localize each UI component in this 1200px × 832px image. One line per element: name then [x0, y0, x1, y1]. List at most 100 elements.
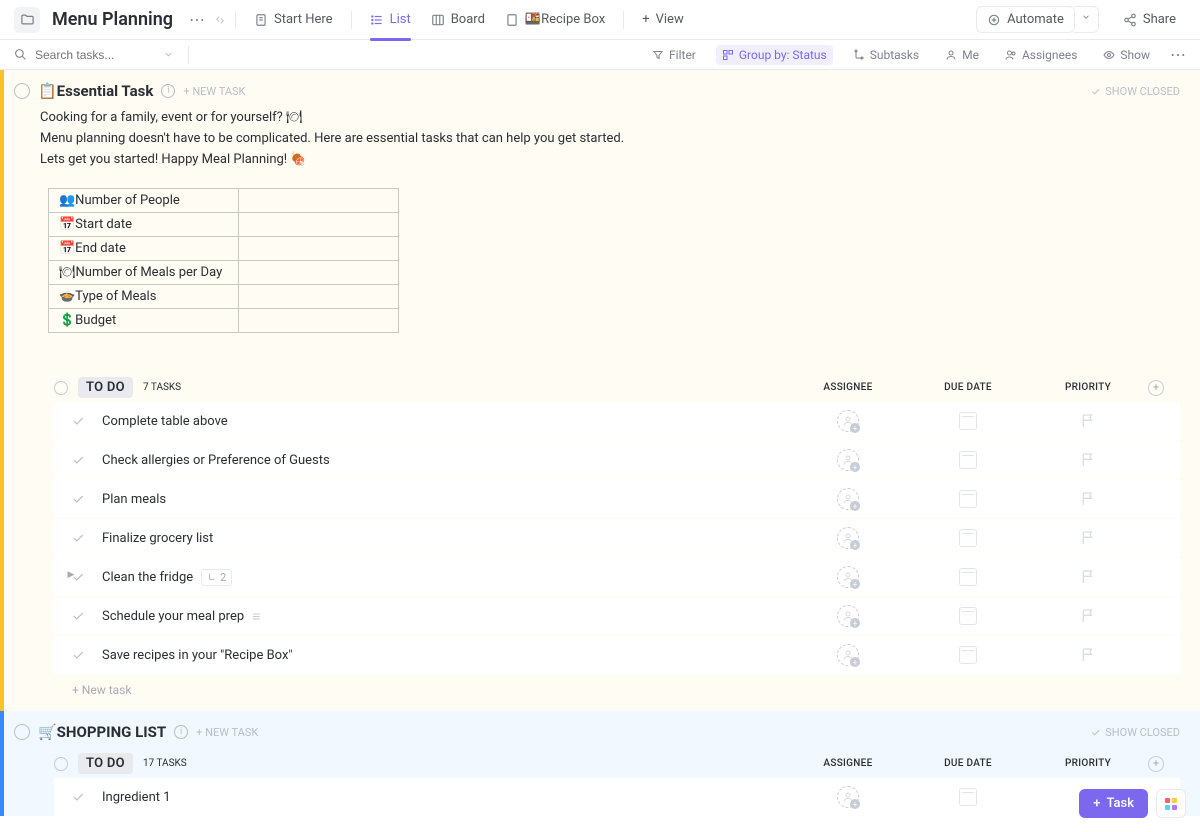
assignee-cell[interactable]: [788, 605, 908, 627]
info-icon[interactable]: i: [161, 84, 175, 98]
more-button[interactable]: ⋯: [1170, 45, 1186, 64]
plan-value[interactable]: [239, 189, 399, 213]
task-checkbox[interactable]: [54, 531, 102, 545]
new-task-button[interactable]: + New task: [4, 675, 1200, 711]
plan-value[interactable]: [239, 309, 399, 333]
priority-cell[interactable]: [1028, 530, 1148, 546]
assignee-cell[interactable]: [788, 410, 908, 432]
due-date-cell[interactable]: [908, 607, 1028, 625]
tab-board[interactable]: Board: [423, 0, 493, 40]
due-date-cell[interactable]: [908, 788, 1028, 806]
new-task-link[interactable]: + NEW TASK: [183, 85, 245, 98]
task-row[interactable]: Finalize grocery list: [54, 519, 1180, 557]
me-button[interactable]: Me: [939, 45, 985, 65]
divider: [188, 46, 189, 64]
collapse-icon[interactable]: [215, 13, 225, 27]
new-task-link[interactable]: + NEW TASK: [196, 726, 258, 739]
chevron-down-icon: [1081, 12, 1091, 22]
info-icon[interactable]: i: [174, 725, 188, 739]
plan-value[interactable]: [239, 213, 399, 237]
collapse-icon[interactable]: [14, 724, 30, 740]
new-task-fab[interactable]: + Task: [1079, 789, 1148, 818]
more-icon[interactable]: ⋯: [183, 10, 211, 29]
tab-start-here[interactable]: Start Here: [246, 0, 341, 40]
due-date-cell[interactable]: [908, 451, 1028, 469]
status-badge[interactable]: TO DO: [78, 377, 133, 398]
assignee-cell[interactable]: [788, 786, 908, 808]
automate-dropdown[interactable]: [1074, 6, 1099, 33]
collapse-icon[interactable]: [14, 83, 30, 99]
subtask-badge[interactable]: 2: [201, 569, 232, 586]
assignee-cell[interactable]: [788, 527, 908, 549]
task-checkbox[interactable]: [54, 790, 102, 804]
task-checkbox[interactable]: [54, 414, 102, 428]
search-input[interactable]: [35, 48, 155, 62]
check-icon: [71, 648, 85, 662]
subtasks-button[interactable]: Subtasks: [847, 45, 925, 65]
search-icon: [14, 48, 27, 61]
due-date-cell[interactable]: [908, 568, 1028, 586]
filter-icon: [652, 49, 664, 61]
automate-button[interactable]: Automate: [976, 6, 1075, 33]
priority-cell[interactable]: [1028, 413, 1148, 429]
plan-value[interactable]: [239, 261, 399, 285]
task-row[interactable]: Plan meals: [54, 480, 1180, 518]
assignee-cell[interactable]: [788, 449, 908, 471]
show-button[interactable]: Show: [1097, 45, 1156, 65]
group-by-button[interactable]: Group by: Status: [716, 45, 833, 65]
task-row[interactable]: Complete table above: [54, 402, 1180, 440]
folder-icon[interactable]: [14, 7, 40, 33]
tab-list[interactable]: List: [362, 0, 419, 40]
status-badge[interactable]: TO DO: [78, 753, 133, 774]
task-row[interactable]: ▶ Clean the fridge 2: [54, 558, 1180, 596]
assignee-cell[interactable]: [788, 644, 908, 666]
assignee-cell[interactable]: [788, 566, 908, 588]
add-column-button[interactable]: +: [1148, 380, 1164, 396]
task-checkbox[interactable]: [54, 648, 102, 662]
status-collapse-icon[interactable]: [54, 381, 68, 395]
task-checkbox[interactable]: [54, 453, 102, 467]
tab-add-view[interactable]: + View: [634, 0, 692, 40]
plan-value[interactable]: [239, 237, 399, 261]
task-name: Plan meals: [102, 492, 788, 507]
assignee-cell[interactable]: [788, 488, 908, 510]
task-row[interactable]: Schedule your meal prep ≡: [54, 597, 1180, 635]
due-date-cell[interactable]: [908, 412, 1028, 430]
apps-fab[interactable]: [1156, 789, 1186, 818]
assignees-button[interactable]: Assignees: [999, 45, 1083, 65]
section: 🛒SHOPPING LIST i + NEW TASK SHOW CLOSED …: [0, 711, 1200, 816]
task-row[interactable]: Ingredient 1: [54, 778, 1180, 816]
task-checkbox[interactable]: [54, 492, 102, 506]
filter-label: Filter: [669, 48, 696, 62]
task-row[interactable]: Check allergies or Preference of Guests: [54, 441, 1180, 479]
priority-cell[interactable]: [1028, 647, 1148, 663]
filter-button[interactable]: Filter: [646, 45, 702, 65]
check-icon: [71, 453, 85, 467]
due-date-cell[interactable]: [908, 529, 1028, 547]
expand-icon[interactable]: ▶: [68, 570, 75, 580]
task-checkbox[interactable]: ▶: [54, 570, 102, 584]
show-closed-button[interactable]: SHOW CLOSED: [1090, 85, 1180, 98]
people-icon: [1005, 49, 1017, 61]
tab-label: View: [656, 12, 684, 27]
status-count: 17 TASKS: [143, 758, 187, 769]
task-row[interactable]: Save recipes in your "Recipe Box": [54, 636, 1180, 674]
status-collapse-icon[interactable]: [54, 757, 68, 771]
task-checkbox[interactable]: [54, 609, 102, 623]
priority-cell[interactable]: [1028, 452, 1148, 468]
section-title: 📋Essential Task: [38, 82, 153, 100]
menu-icon[interactable]: ≡: [252, 608, 260, 625]
due-date-cell[interactable]: [908, 646, 1028, 664]
tab-recipe-box[interactable]: 🍱Recipe Box: [497, 0, 613, 40]
add-column-button[interactable]: +: [1148, 756, 1164, 772]
plan-label: 📅End date: [49, 237, 239, 261]
due-date-cell[interactable]: [908, 490, 1028, 508]
priority-cell[interactable]: [1028, 569, 1148, 585]
priority-cell[interactable]: [1028, 491, 1148, 507]
share-button[interactable]: Share: [1113, 7, 1186, 32]
show-closed-button[interactable]: SHOW CLOSED: [1090, 726, 1180, 739]
plan-value[interactable]: [239, 285, 399, 309]
automate-label: Automate: [1007, 12, 1064, 27]
chevron-down-icon[interactable]: [163, 49, 174, 60]
priority-cell[interactable]: [1028, 608, 1148, 624]
